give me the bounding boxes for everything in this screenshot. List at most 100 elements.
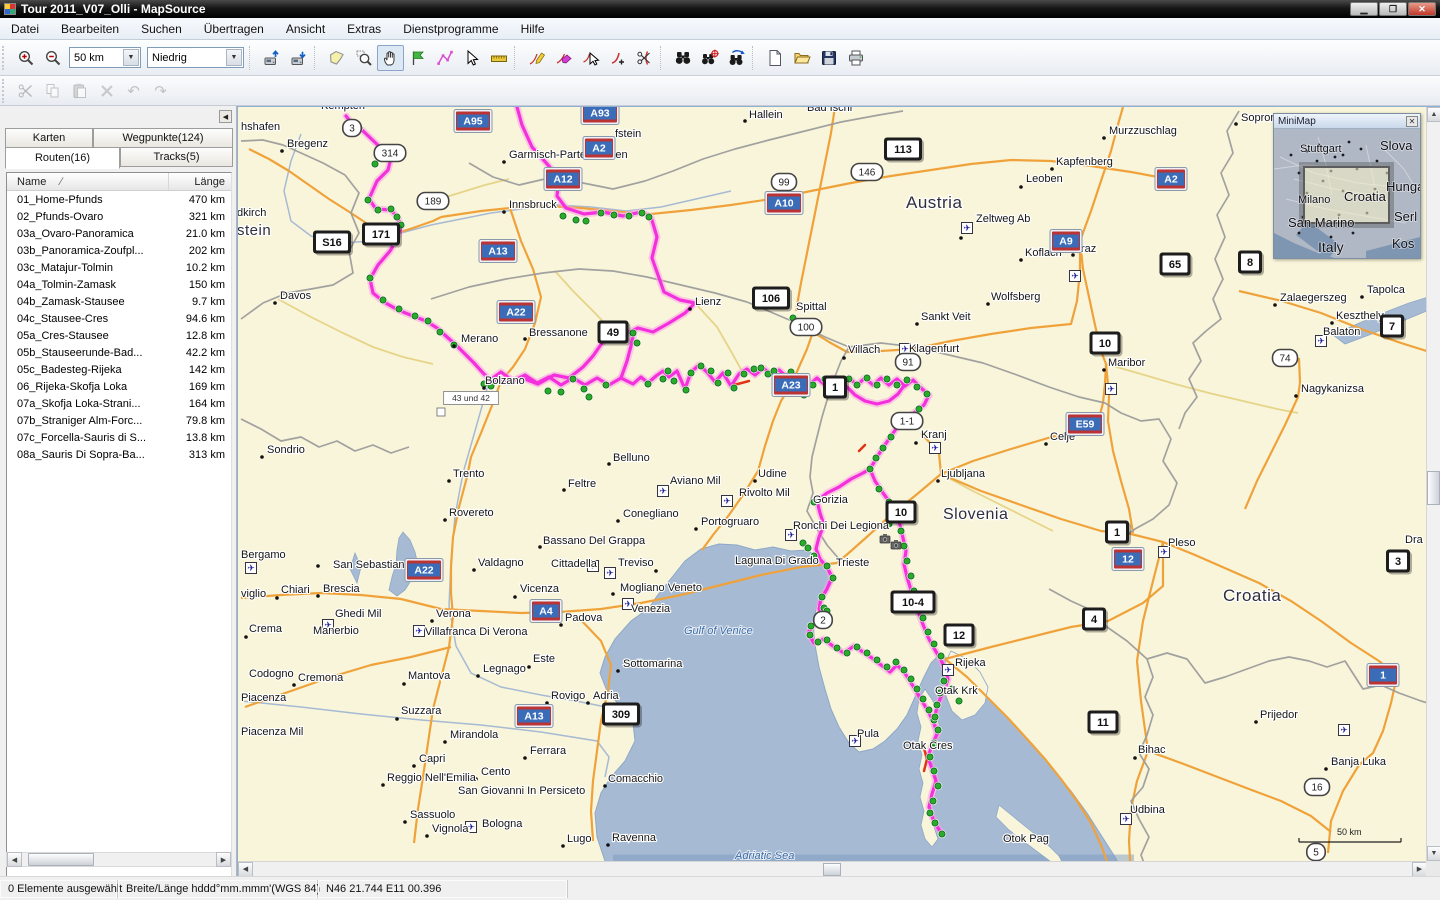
open-button[interactable]	[788, 45, 815, 71]
scroll-right-icon[interactable]: ▶	[216, 852, 231, 867]
delete-button[interactable]	[93, 78, 120, 104]
undo-icon: ↶	[127, 82, 140, 100]
detail-level-select[interactable]: Niedrig ▼	[147, 47, 244, 68]
cut-track-button[interactable]	[631, 45, 658, 71]
zoom-in-button[interactable]	[12, 45, 39, 71]
route-row[interactable]: 08a_Sauris Di Sopra-Ba...313 km	[7, 446, 231, 463]
menu-ansicht[interactable]: Ansicht	[275, 18, 336, 39]
route-row[interactable]: 07b_Straniger Alm-Forc...79.8 km	[7, 412, 231, 429]
close-button[interactable]: ✕	[1408, 2, 1436, 16]
hand-tool-button[interactable]	[377, 45, 404, 71]
tab-tracks[interactable]: Tracks(5)	[120, 147, 233, 167]
menu-datei[interactable]: Datei	[0, 18, 50, 39]
sidebar-hscrollbar[interactable]: ◀ ▶	[6, 852, 232, 867]
select-track-button[interactable]	[577, 45, 604, 71]
waypoint-tool-button[interactable]	[404, 45, 431, 71]
scroll-down-icon[interactable]: ▼	[1427, 846, 1440, 861]
zoom-out-button[interactable]	[39, 45, 66, 71]
route-row[interactable]: 02_Pfunds-Ovaro321 km	[7, 208, 231, 225]
menu-extras[interactable]: Extras	[336, 18, 392, 39]
route-row[interactable]: 05c_Badesteg-Rijeka142 km	[7, 361, 231, 378]
measure-tool-button[interactable]	[485, 45, 512, 71]
menu-hilfe[interactable]: Hilfe	[510, 18, 556, 39]
maximize-button[interactable]: ❐	[1379, 2, 1407, 16]
new-document-button[interactable]	[761, 45, 788, 71]
svg-text:Balaton: Balaton	[1323, 326, 1360, 338]
route-row[interactable]: 04b_Zamask-Stausee9.7 km	[7, 293, 231, 310]
find-button[interactable]	[669, 45, 696, 71]
scroll-thumb[interactable]	[823, 863, 841, 876]
route-tool-button[interactable]	[431, 45, 458, 71]
minimap-panel[interactable]: MiniMap ✕ StuttgartSlovaHungaCroatiaMila…	[1273, 113, 1421, 259]
draw-track-button[interactable]	[523, 45, 550, 71]
route-row[interactable]: 07a_Skofja Loka-Strani...164 km	[7, 395, 231, 412]
route-row[interactable]: 01_Home-Pfunds470 km	[7, 191, 231, 208]
minimize-button[interactable]: ▁	[1350, 2, 1378, 16]
title-bar[interactable]: Tour 2011_V07_Olli - MapSource ▁ ❐ ✕	[0, 0, 1440, 18]
scroll-thumb[interactable]	[1427, 471, 1440, 505]
menu-suchen[interactable]: Suchen	[130, 18, 193, 39]
svg-text:74: 74	[1279, 354, 1291, 365]
scroll-up-icon[interactable]: ▲	[1427, 107, 1440, 122]
menu-bearbeiten[interactable]: Bearbeiten	[50, 18, 130, 39]
svg-text:50 km: 50 km	[1337, 827, 1362, 837]
zoom-tool-button[interactable]	[350, 45, 377, 71]
route-row[interactable]: 04a_Tolmin-Zamask150 km	[7, 276, 231, 293]
svg-text:Cittadella: Cittadella	[551, 558, 598, 570]
erase-track-button[interactable]	[550, 45, 577, 71]
route-row[interactable]: 04c_Stausee-Cres94.6 km	[7, 310, 231, 327]
send-to-device-button[interactable]	[258, 45, 285, 71]
join-track-button[interactable]	[604, 45, 631, 71]
print-button[interactable]	[842, 45, 869, 71]
tab-label: Wegpunkte(124)	[122, 132, 203, 144]
redo-button[interactable]: ↷	[147, 78, 174, 104]
scroll-right-icon[interactable]: ▶	[1412, 862, 1427, 877]
svg-text:Rovigo: Rovigo	[551, 690, 585, 702]
svg-text:171: 171	[372, 229, 390, 241]
map-canvas[interactable]: ✈✈✈✈✈✈✈✈✈✈✈✈✈✈✈✈✈✈✈✈✈KemptenhshafenBrege…	[238, 107, 1427, 861]
tab-wegpunkte[interactable]: Wegpunkte(124)	[93, 128, 233, 148]
printer-icon	[847, 49, 865, 67]
scroll-thumb[interactable]	[28, 853, 94, 866]
route-row[interactable]: 06_Rijeka-Skofja Loka169 km	[7, 378, 231, 395]
svg-text:Crema: Crema	[249, 623, 283, 635]
paste-button[interactable]	[66, 78, 93, 104]
recently-found-button[interactable]	[723, 45, 750, 71]
route-row[interactable]: 03c_Matajur-Tolmin10.2 km	[7, 259, 231, 276]
scroll-left-icon[interactable]: ◀	[7, 852, 22, 867]
route-row[interactable]: 05a_Cres-Stausee12.8 km	[7, 327, 231, 344]
map-vscrollbar[interactable]: ▲ ▼	[1426, 107, 1440, 861]
route-row[interactable]: 07c_Forcella-Sauris di S...13.8 km	[7, 429, 231, 446]
svg-text:Ronchi Dei Legiona: Ronchi Dei Legiona	[793, 520, 890, 532]
column-name[interactable]: Name	[17, 176, 46, 188]
new-document-icon	[766, 49, 784, 67]
save-button[interactable]	[815, 45, 842, 71]
svg-text:Venezia: Venezia	[631, 603, 671, 615]
minimap-close-icon[interactable]: ✕	[1406, 116, 1418, 127]
copy-button[interactable]	[39, 78, 66, 104]
undo-button[interactable]: ↶	[120, 78, 147, 104]
map-hscrollbar[interactable]: ◀ ▶	[238, 861, 1427, 876]
route-name: 04b_Zamask-Stausee	[7, 296, 161, 308]
sidebar-collapse-button[interactable]: ◀	[219, 110, 232, 123]
route-list-header[interactable]: Name∕ Länge	[7, 173, 231, 191]
menu-dienstprogramme[interactable]: Dienstprogramme	[392, 18, 509, 39]
column-length[interactable]: Länge	[169, 176, 231, 188]
cut-button[interactable]	[12, 78, 39, 104]
map-scale-select[interactable]: 50 km ▼	[69, 47, 141, 68]
route-row[interactable]: 03a_Ovaro-Panoramica21.0 km	[7, 225, 231, 242]
route-row[interactable]: 03b_Panoramica-Zoufpl...202 km	[7, 242, 231, 259]
menu-bertragen[interactable]: Übertragen	[193, 18, 275, 39]
scroll-left-icon[interactable]: ◀	[238, 862, 253, 877]
receive-from-device-button[interactable]	[285, 45, 312, 71]
tab-routen[interactable]: Routen(16)	[5, 147, 120, 169]
map-tool-button[interactable]	[323, 45, 350, 71]
minimap-canvas[interactable]: StuttgartSlovaHungaCroatiaMilanoSan Mari…	[1274, 129, 1420, 258]
svg-text:San Giovanni In Persiceto: San Giovanni In Persiceto	[458, 785, 585, 797]
route-row[interactable]: 05b_Stauseerunde-Bad...42.2 km	[7, 344, 231, 361]
minimap-titlebar[interactable]: MiniMap ✕	[1274, 114, 1420, 129]
tab-label: Karten	[33, 132, 65, 144]
find-nearest-button[interactable]	[696, 45, 723, 71]
selection-tool-button[interactable]	[458, 45, 485, 71]
tab-karten[interactable]: Karten	[5, 128, 93, 148]
